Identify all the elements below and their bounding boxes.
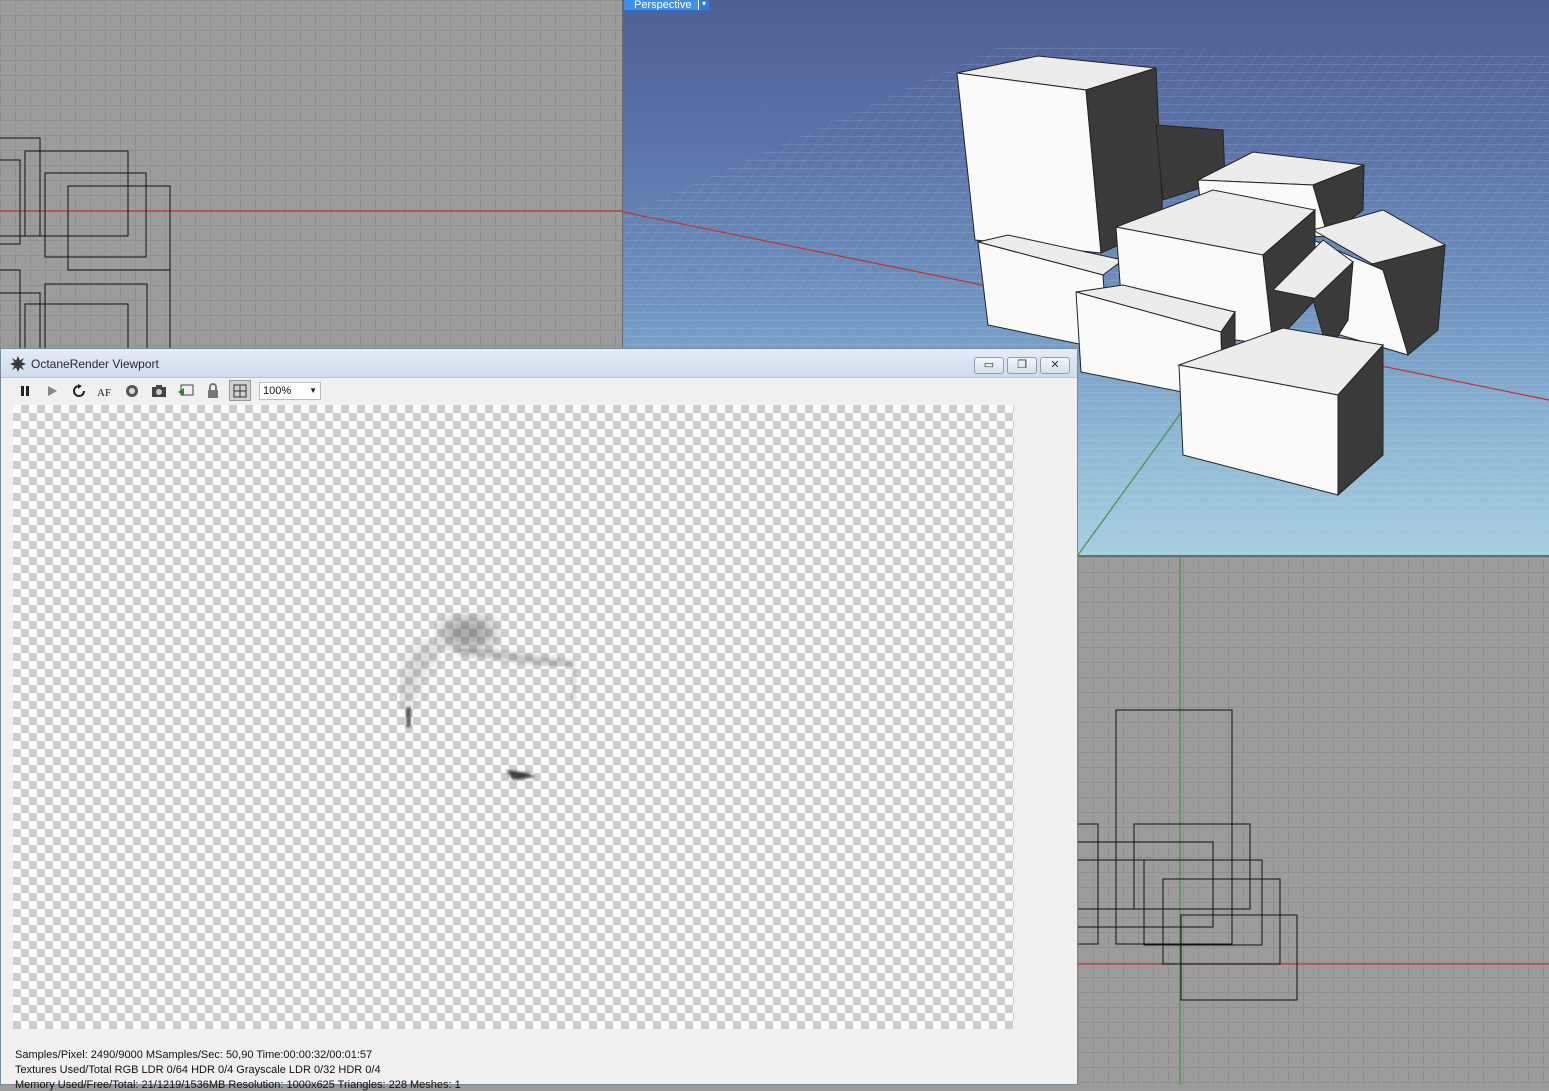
lock-button[interactable] bbox=[202, 380, 224, 401]
front-viewport[interactable] bbox=[1078, 557, 1549, 1085]
close-button[interactable]: ✕ bbox=[1040, 357, 1070, 374]
maximize-button[interactable]: ❐ bbox=[1007, 357, 1037, 374]
camera-settings-button[interactable] bbox=[121, 380, 143, 401]
chevron-down-icon[interactable]: ▾ bbox=[698, 0, 709, 10]
restart-button[interactable] bbox=[68, 380, 90, 401]
region-button[interactable] bbox=[229, 380, 251, 401]
svg-text:AF: AF bbox=[97, 387, 111, 398]
snapshot-button[interactable] bbox=[148, 380, 170, 401]
region-icon bbox=[233, 384, 247, 397]
octane-title-bar[interactable]: OctaneRender Viewport ▭ ❐ ✕ bbox=[1, 349, 1077, 378]
lock-icon bbox=[208, 382, 218, 398]
octane-toolbar: AF 100% ▼ bbox=[1, 378, 1077, 404]
focus-picker-icon: AF bbox=[97, 387, 111, 398]
close-icon: ✕ bbox=[1050, 359, 1060, 371]
snapshot-icon bbox=[152, 384, 166, 397]
minimize-icon: ▭ bbox=[983, 359, 995, 371]
octane-viewport-window[interactable]: OctaneRender Viewport ▭ ❐ ✕ AF 100% ▼ Sa… bbox=[0, 348, 1078, 1091]
camera-settings-icon bbox=[126, 384, 138, 397]
play-button[interactable] bbox=[41, 380, 63, 401]
render-shadow-preview bbox=[398, 617, 578, 780]
window-title: OctaneRender Viewport bbox=[31, 357, 159, 371]
perspective-label: Perspective bbox=[634, 0, 692, 11]
export-button[interactable] bbox=[175, 380, 197, 401]
play-icon bbox=[48, 385, 57, 396]
top-viewport[interactable] bbox=[0, 0, 622, 348]
top-view-geometry bbox=[0, 137, 622, 348]
perspective-tab[interactable]: Perspective ▾ bbox=[623, 0, 710, 11]
focus-picker-button[interactable]: AF bbox=[94, 380, 116, 401]
restart-icon bbox=[73, 383, 85, 397]
pause-icon bbox=[21, 385, 29, 396]
status-samples: Samples/Pixel: 2490/9000 MSamples/Sec: 5… bbox=[15, 1049, 373, 1061]
zoom-select[interactable]: 100% ▼ bbox=[259, 382, 321, 400]
restore-icon: ❐ bbox=[1017, 359, 1027, 371]
render-canvas[interactable] bbox=[13, 405, 1014, 1029]
status-textures: Textures Used/Total RGB LDR 0/64 HDR 0/4… bbox=[15, 1064, 381, 1076]
minimize-button[interactable]: ▭ bbox=[974, 357, 1004, 374]
pause-button[interactable] bbox=[14, 380, 36, 401]
front-view-geometry bbox=[1078, 557, 1549, 1085]
octane-logo-icon bbox=[10, 356, 26, 372]
zoom-value: 100% bbox=[263, 385, 292, 397]
status-memory: Memory Used/Free/Total: 21/1219/1536MB R… bbox=[15, 1079, 461, 1091]
chevron-down-icon: ▼ bbox=[309, 386, 317, 395]
export-icon bbox=[178, 384, 194, 396]
